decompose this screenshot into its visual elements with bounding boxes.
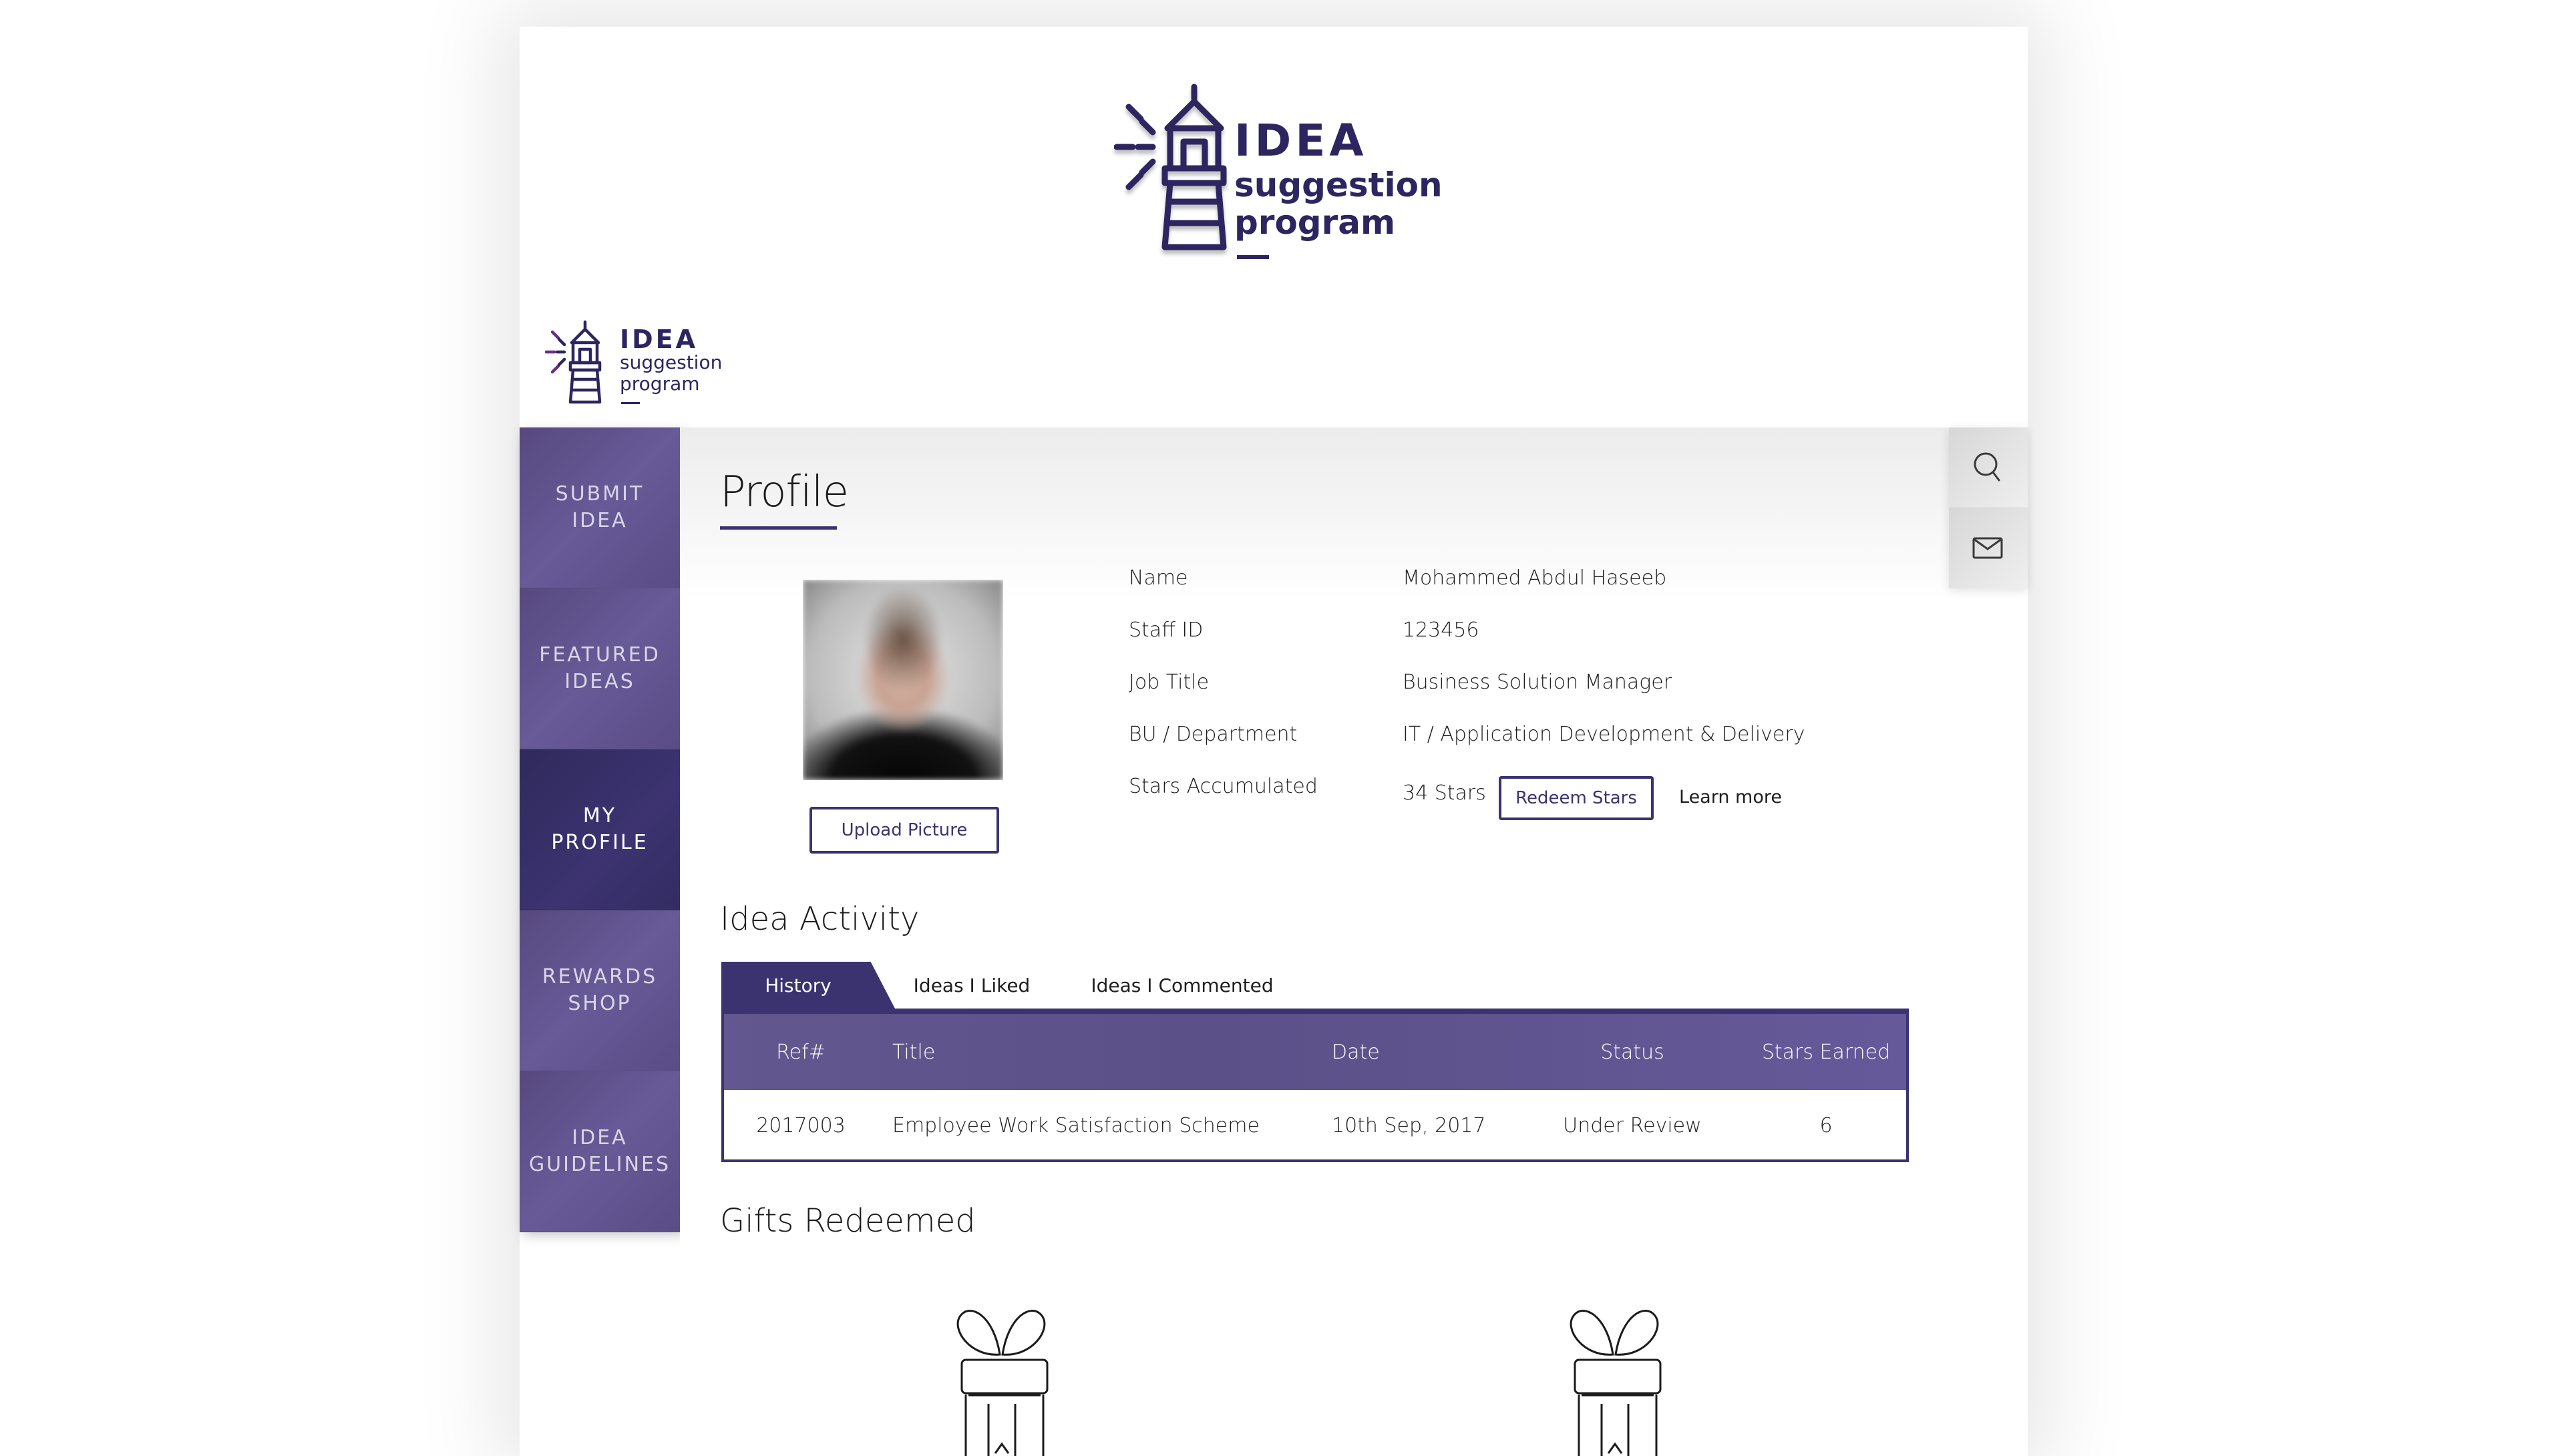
cell-status: Under Review bbox=[1563, 1114, 1702, 1137]
sidebar-item-label: MY PROFILE bbox=[551, 804, 649, 854]
cell-title: Employee Work Satisfaction Scheme bbox=[892, 1114, 1260, 1137]
activity-table: Ref# Title Date Status Stars Earned 2017… bbox=[721, 1009, 1909, 1162]
gift-icon[interactable] bbox=[907, 1296, 1107, 1456]
lighthouse-icon bbox=[1114, 83, 1227, 250]
column-header-date[interactable]: Date bbox=[1332, 1041, 1380, 1064]
mail-button[interactable] bbox=[1949, 508, 2028, 588]
tab-label: History bbox=[765, 974, 832, 996]
utility-bar bbox=[1949, 427, 2028, 588]
tab-ideas-i-commented[interactable]: Ideas I Commented bbox=[1035, 962, 1309, 1009]
column-header-status[interactable]: Status bbox=[1559, 1041, 1706, 1064]
table-header: Ref# Title Date Status Stars Earned bbox=[724, 1011, 1906, 1090]
cell-stars-earned: 6 bbox=[1819, 1114, 1833, 1137]
department-value: IT / Application Development & Delivery bbox=[1403, 723, 1805, 746]
idea-activity-heading: Idea Activity bbox=[720, 900, 920, 938]
staff-id-value: 123456 bbox=[1403, 618, 1479, 642]
logo-subtitle: suggestion bbox=[1234, 166, 1443, 204]
redeem-stars-button[interactable]: Redeem Stars bbox=[1499, 776, 1654, 820]
lighthouse-icon bbox=[545, 320, 602, 404]
gifts-redeemed-heading: Gifts Redeemed bbox=[720, 1202, 976, 1240]
sidebar-item-submit-idea[interactable]: SUBMIT IDEA bbox=[520, 427, 680, 588]
title-underline bbox=[720, 526, 837, 530]
learn-more-link[interactable]: Learn more bbox=[1679, 787, 1782, 807]
stars-value: 34 Stars bbox=[1403, 781, 1486, 805]
gift-icon[interactable] bbox=[1520, 1296, 1720, 1456]
job-title-label: Job Title bbox=[1129, 671, 1210, 694]
column-header-stars-earned[interactable]: Stars Earned bbox=[1753, 1041, 1899, 1064]
logo-title: IDEA bbox=[1234, 115, 1368, 166]
tab-ideas-i-liked[interactable]: Ideas I Liked bbox=[862, 962, 1062, 1009]
tab-history[interactable]: History bbox=[721, 962, 895, 1009]
sidebar-item-label: IDEA GUIDELINES bbox=[528, 1126, 671, 1176]
tab-label: Ideas I Commented bbox=[1091, 974, 1274, 996]
logo-subtitle: suggestion bbox=[620, 351, 723, 373]
stars-label: Stars Accumulated bbox=[1129, 775, 1318, 798]
avatar bbox=[803, 580, 1003, 780]
sidebar-item-rewards-shop[interactable]: REWARDS SHOP bbox=[520, 910, 680, 1071]
activity-tabs: Ideas I Commented Ideas I Liked History bbox=[721, 962, 1322, 1009]
profile-content: Profile Upload Picture Name Mohammed Abd… bbox=[680, 427, 1949, 1456]
logo-subtitle-2: program bbox=[620, 373, 700, 395]
name-label: Name bbox=[1129, 566, 1188, 590]
search-button[interactable] bbox=[1949, 427, 2028, 508]
name-value: Mohammed Abdul Haseeb bbox=[1403, 566, 1667, 590]
upload-picture-button[interactable]: Upload Picture bbox=[809, 807, 999, 854]
logo-subtitle-2: program bbox=[1234, 203, 1396, 242]
cell-ref: 2017003 bbox=[756, 1114, 846, 1137]
hero-logo: IDEA suggestion program bbox=[1114, 80, 1461, 281]
job-title-value: Business Solution Manager bbox=[1403, 671, 1672, 694]
column-header-ref[interactable]: Ref# bbox=[744, 1041, 858, 1064]
logo-underline bbox=[1237, 255, 1269, 259]
sidebar-nav: SUBMIT IDEA FEATURED IDEAS MY PROFILE RE… bbox=[520, 427, 680, 1232]
search-icon bbox=[1974, 452, 2000, 482]
logo-title: IDEA bbox=[620, 325, 699, 354]
profile-photo bbox=[803, 580, 1003, 780]
site-logo[interactable]: IDEA suggestion program bbox=[545, 315, 745, 435]
page-title: Profile bbox=[720, 468, 849, 517]
column-header-title[interactable]: Title bbox=[892, 1041, 935, 1064]
sidebar-item-idea-guidelines[interactable]: IDEA GUIDELINES bbox=[520, 1071, 680, 1232]
staff-id-label: Staff ID bbox=[1129, 618, 1204, 642]
sidebar-item-label: SUBMIT IDEA bbox=[555, 482, 645, 532]
sidebar-item-label: REWARDS SHOP bbox=[542, 965, 658, 1015]
mail-icon bbox=[1972, 537, 2003, 559]
cell-date: 10th Sep, 2017 bbox=[1332, 1114, 1486, 1137]
sidebar-item-featured-ideas[interactable]: FEATURED IDEAS bbox=[520, 588, 680, 749]
sidebar-item-label: FEATURED IDEAS bbox=[539, 643, 661, 693]
header-banner: IDEA suggestion program IDEA suggestion … bbox=[520, 27, 2028, 427]
logo-underline bbox=[621, 402, 640, 404]
sidebar-item-my-profile[interactable]: MY PROFILE bbox=[520, 749, 680, 910]
department-label: BU / Department bbox=[1129, 723, 1298, 746]
tab-label: Ideas I Liked bbox=[913, 974, 1031, 996]
